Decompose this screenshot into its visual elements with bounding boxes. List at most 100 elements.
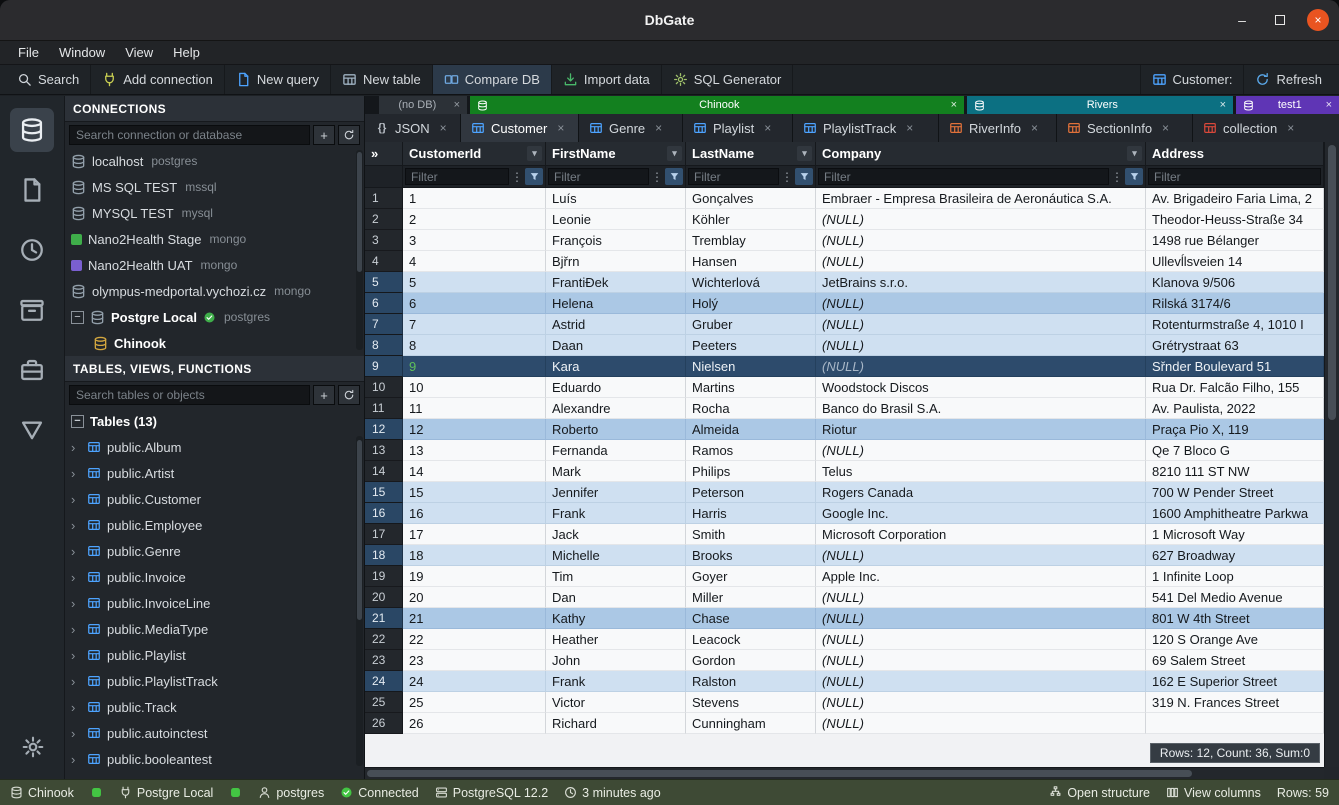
kebab-menu-icon[interactable]: ⋮ <box>1110 170 1124 184</box>
row-number[interactable]: 19 <box>365 566 403 587</box>
column-header-firstname[interactable]: FirstName▾ <box>546 142 686 166</box>
grid-cell[interactable]: 4 <box>403 251 546 272</box>
grid-cell[interactable]: Theodor-Heuss-Straße 34 <box>1146 209 1324 230</box>
table-item-public-customer[interactable]: ›public.Customer <box>65 486 364 512</box>
grid-cell[interactable]: 26 <box>403 713 546 734</box>
chevron-right-icon[interactable]: › <box>71 466 81 481</box>
row-number[interactable]: 14 <box>365 461 403 482</box>
filter-funnel-button[interactable] <box>1125 168 1143 185</box>
grid-cell[interactable]: 12 <box>403 419 546 440</box>
status-postgre-local[interactable]: Postgre Local <box>119 786 213 800</box>
column-menu-button[interactable]: ▾ <box>527 146 542 161</box>
grid-cell[interactable]: 21 <box>403 608 546 629</box>
grid-cell[interactable]: Kathy <box>546 608 686 629</box>
table-item-public-track[interactable]: ›public.Track <box>65 694 364 720</box>
kebab-menu-icon[interactable]: ⋮ <box>510 170 524 184</box>
grid-cell[interactable]: 801 W 4th Street <box>1146 608 1324 629</box>
connection-item-chinook[interactable]: Chinook <box>65 330 364 356</box>
table-item-public-album[interactable]: ›public.Album <box>65 434 364 460</box>
table-item-public-genre[interactable]: ›public.Genre <box>65 538 364 564</box>
connection-item-nano2health-uat[interactable]: Nano2Health UATmongo <box>65 252 364 278</box>
status-rows-59[interactable]: Rows: 59 <box>1277 786 1329 800</box>
row-number[interactable]: 24 <box>365 671 403 692</box>
filter-input[interactable] <box>818 168 1109 185</box>
grid-cell[interactable]: Victor <box>546 692 686 713</box>
rail-item-archive[interactable] <box>0 280 65 340</box>
grid-cell[interactable]: 18 <box>403 545 546 566</box>
rail-item-settings[interactable] <box>0 717 65 777</box>
status-indicator[interactable] <box>229 786 242 799</box>
toolbar-new-query-button[interactable]: New query <box>225 65 331 94</box>
grid-cell[interactable]: 24 <box>403 671 546 692</box>
grid-cell[interactable]: 8210 111 ST NW <box>1146 461 1324 482</box>
expand-all-button[interactable]: » <box>365 142 403 166</box>
row-number[interactable]: 15 <box>365 482 403 503</box>
db-tab-rivers[interactable]: Rivers× <box>967 96 1233 114</box>
grid-cell[interactable] <box>1146 713 1324 734</box>
grid-cell[interactable]: 9 <box>403 356 546 377</box>
grid-cell[interactable]: JetBrains s.r.o. <box>816 272 1146 293</box>
grid-cell[interactable]: 8 <box>403 335 546 356</box>
grid-cell[interactable]: Tim <box>546 566 686 587</box>
refresh-tables-button[interactable] <box>338 385 360 405</box>
close-tab-icon[interactable]: × <box>1031 121 1038 135</box>
row-number[interactable]: 16 <box>365 503 403 524</box>
column-header-company[interactable]: Company▾ <box>816 142 1146 166</box>
row-number[interactable]: 9 <box>365 356 403 377</box>
chevron-right-icon[interactable]: › <box>71 570 81 585</box>
refresh-connections-button[interactable] <box>338 125 360 145</box>
row-number[interactable]: 10 <box>365 377 403 398</box>
table-item-public-playlisttrack[interactable]: ›public.PlaylistTrack <box>65 668 364 694</box>
grid-cell[interactable]: (NULL) <box>816 650 1146 671</box>
chevron-right-icon[interactable]: › <box>71 544 81 559</box>
row-number[interactable]: 3 <box>365 230 403 251</box>
toolbar-sql-generator-button[interactable]: SQL Generator <box>662 65 794 94</box>
toolbar-refresh-button[interactable]: Refresh <box>1243 65 1333 94</box>
tables-group-row[interactable]: − Tables (13) <box>65 408 364 434</box>
row-number[interactable]: 2 <box>365 209 403 230</box>
row-number[interactable]: 7 <box>365 314 403 335</box>
grid-cell[interactable]: Astrid <box>546 314 686 335</box>
grid-cell[interactable]: Telus <box>816 461 1146 482</box>
grid-cell[interactable]: Rua Dr. Falcão Filho, 155 <box>1146 377 1324 398</box>
collapse-icon[interactable]: − <box>71 311 84 324</box>
grid-cell[interactable]: John <box>546 650 686 671</box>
grid-cell[interactable]: 14 <box>403 461 546 482</box>
close-tab-icon[interactable]: × <box>764 121 771 135</box>
row-number[interactable]: 26 <box>365 713 403 734</box>
grid-cell[interactable]: Roberto <box>546 419 686 440</box>
grid-cell[interactable]: François <box>546 230 686 251</box>
grid-cell[interactable]: Rocha <box>686 398 816 419</box>
grid-cell[interactable]: Brooks <box>686 545 816 566</box>
grid-cell[interactable]: Holý <box>686 293 816 314</box>
grid-cell[interactable]: Praça Pio X, 119 <box>1146 419 1324 440</box>
close-tab-icon[interactable]: × <box>906 121 913 135</box>
grid-cell[interactable]: 25 <box>403 692 546 713</box>
connection-item-olympus-medportal-vychozi-cz[interactable]: olympus-medportal.vychozi.czmongo <box>65 278 364 304</box>
row-number[interactable]: 23 <box>365 650 403 671</box>
table-item-public-invoiceline[interactable]: ›public.InvoiceLine <box>65 590 364 616</box>
grid-cell[interactable]: Köhler <box>686 209 816 230</box>
scroll-thumb[interactable] <box>357 440 362 620</box>
maximize-button[interactable] <box>1269 9 1291 31</box>
grid-cell[interactable]: 120 S Orange Ave <box>1146 629 1324 650</box>
rail-item-connections[interactable] <box>0 100 65 160</box>
add-connection-small-button[interactable]: + <box>313 125 335 145</box>
row-number[interactable]: 22 <box>365 629 403 650</box>
tab-playlisttrack[interactable]: PlaylistTrack× <box>793 114 939 142</box>
grid-cell[interactable]: Leonie <box>546 209 686 230</box>
grid-cell[interactable]: (NULL) <box>816 209 1146 230</box>
grid-cell[interactable]: Daan <box>546 335 686 356</box>
row-number[interactable]: 1 <box>365 188 403 209</box>
tab-genre[interactable]: Genre× <box>579 114 683 142</box>
status-indicator[interactable] <box>90 786 103 799</box>
grid-cell[interactable]: 162 E Superior Street <box>1146 671 1324 692</box>
connection-item-postgre-local[interactable]: −Postgre Localpostgres <box>65 304 364 330</box>
menu-window[interactable]: Window <box>49 43 115 62</box>
grid-cell[interactable]: Google Inc. <box>816 503 1146 524</box>
grid-cell[interactable]: FrantiĐek <box>546 272 686 293</box>
grid-cell[interactable]: 1600 Amphitheatre Parkwa <box>1146 503 1324 524</box>
grid-cell[interactable]: Qe 7 Bloco G <box>1146 440 1324 461</box>
row-number[interactable]: 12 <box>365 419 403 440</box>
grid-cell[interactable]: Av. Paulista, 2022 <box>1146 398 1324 419</box>
